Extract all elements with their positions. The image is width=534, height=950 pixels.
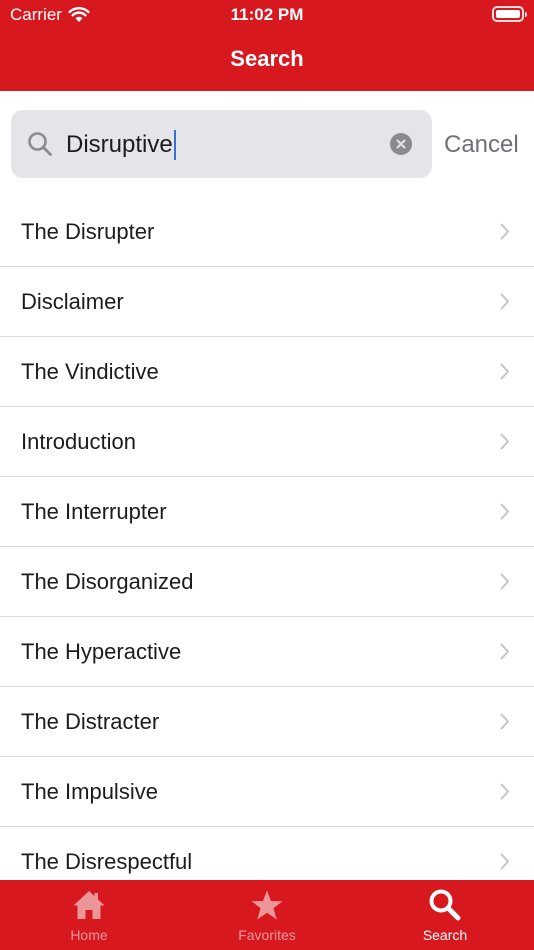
list-item[interactable]: Disclaimer bbox=[0, 267, 534, 337]
text-cursor bbox=[173, 130, 176, 160]
status-time: 11:02 PM bbox=[230, 5, 304, 24]
chevron-right-icon bbox=[500, 573, 509, 590]
list-item-label: The Distracter bbox=[21, 709, 160, 734]
list-item-label: The Disrespectful bbox=[21, 849, 193, 874]
tab-favorites[interactable]: Favorites bbox=[178, 880, 356, 950]
chevron-right-icon bbox=[500, 503, 509, 520]
list-item[interactable]: The Interrupter bbox=[0, 477, 534, 547]
list-item[interactable]: The Disrupter bbox=[0, 197, 534, 267]
star-icon bbox=[251, 890, 283, 920]
battery-icon bbox=[492, 6, 527, 22]
list-item-label: The Impulsive bbox=[21, 779, 158, 804]
search-icon bbox=[28, 132, 52, 156]
status-bar: Carrier 11:02 PM bbox=[0, 0, 534, 30]
search-query-text: Disruptive bbox=[66, 131, 173, 158]
list-item-label: The Disrupter bbox=[21, 219, 155, 244]
chevron-right-icon bbox=[500, 783, 509, 800]
list-item-label: Disclaimer bbox=[21, 289, 124, 314]
chevron-right-icon bbox=[500, 293, 509, 310]
cancel-button[interactable]: Cancel bbox=[444, 131, 519, 159]
chevron-right-icon bbox=[500, 223, 509, 240]
chevron-right-icon bbox=[500, 643, 509, 660]
page-title: Search bbox=[230, 46, 304, 71]
list-item-label: The Disorganized bbox=[21, 569, 194, 594]
chevron-right-icon bbox=[500, 853, 509, 870]
list-item[interactable]: The Disrespectful bbox=[0, 827, 534, 880]
tab-label: Favorites bbox=[238, 927, 296, 943]
tab-home[interactable]: Home bbox=[0, 880, 178, 950]
search-query: Disruptive bbox=[66, 130, 176, 160]
list-item-label: The Hyperactive bbox=[21, 639, 182, 664]
clear-search-button[interactable] bbox=[390, 133, 412, 155]
tab-label: Home bbox=[70, 927, 108, 943]
list-item[interactable]: The Hyperactive bbox=[0, 617, 534, 687]
tab-label: Search bbox=[422, 927, 468, 943]
list-item-label: The Vindictive bbox=[21, 359, 159, 384]
list-item-label: Introduction bbox=[21, 429, 136, 454]
search-bar: Disruptive Cancel bbox=[0, 91, 534, 197]
clear-icon bbox=[396, 139, 406, 149]
list-item-label: The Interrupter bbox=[21, 499, 167, 524]
home-icon bbox=[73, 891, 105, 919]
search-icon bbox=[429, 889, 461, 921]
search-results-list: The Disrupter Disclaimer The Vindictive … bbox=[0, 197, 534, 880]
navigation-header: Carrier 11:02 PM Search bbox=[0, 0, 534, 91]
chevron-right-icon bbox=[500, 433, 509, 450]
list-item[interactable]: The Distracter bbox=[0, 687, 534, 757]
list-item[interactable]: Introduction bbox=[0, 407, 534, 477]
chevron-right-icon bbox=[500, 363, 509, 380]
tab-bar: Home Favorites Search bbox=[0, 880, 534, 950]
search-input[interactable]: Disruptive bbox=[11, 110, 432, 178]
list-item[interactable]: The Impulsive bbox=[0, 757, 534, 827]
tab-search[interactable]: Search bbox=[356, 880, 534, 950]
list-item[interactable]: The Disorganized bbox=[0, 547, 534, 617]
list-item[interactable]: The Vindictive bbox=[0, 337, 534, 407]
chevron-right-icon bbox=[500, 713, 509, 730]
